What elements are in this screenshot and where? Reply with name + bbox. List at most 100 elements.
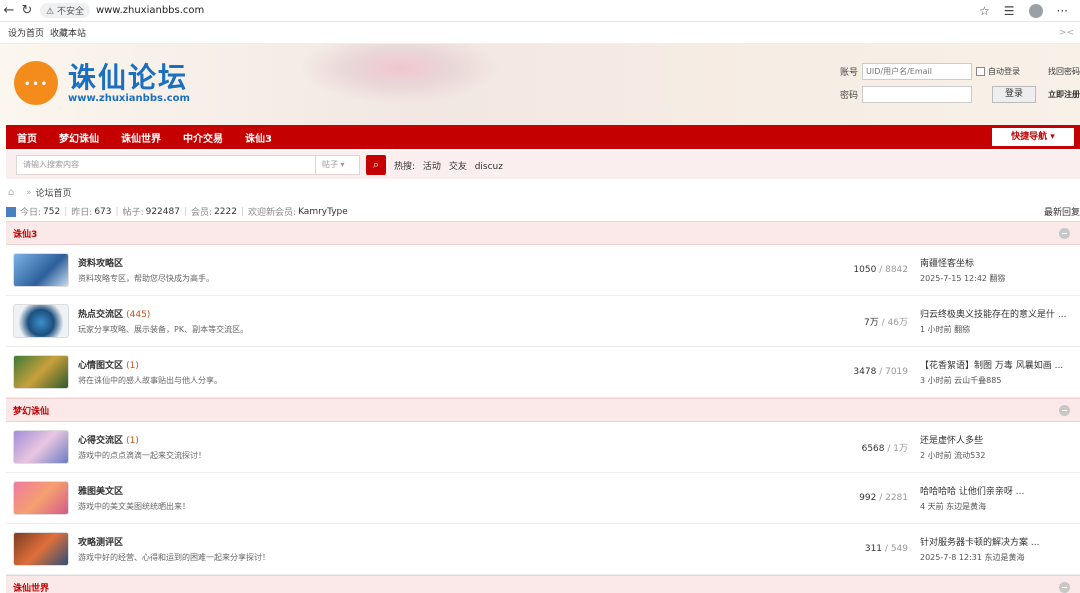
forum-thumbnail[interactable] [13,355,69,389]
forum-name[interactable]: 雅图美文区 [78,487,123,497]
forum-thumbnail[interactable] [13,532,69,566]
breadcrumb-current[interactable]: 论坛首页 [36,186,72,199]
home-icon[interactable]: ⌂ [8,187,18,198]
logo-title: 诛仙论坛 [68,60,189,94]
forum-description: 游戏中好的经营、心得和运到的困难一起来分享探讨！ [78,553,270,562]
forum-description: 游戏中的美文美图统统晒出来！ [78,502,190,511]
forum-name[interactable]: 心得交流区 [78,436,123,446]
forum-row: 心情图文区 (1) 将在诛仙中的感人故事贴出与他人分享。 3478 / 7019… [6,347,1080,398]
hot-search-item[interactable]: 活动 [423,162,441,172]
forum-counts: 7万 / 46万 [864,317,908,328]
forum-description: 游戏中的点点滴滴一起来交流探讨！ [78,451,206,460]
register-link[interactable]: 立即注册 [1048,89,1080,100]
account-input[interactable] [862,62,972,80]
category-title[interactable]: 诛仙世界 [13,581,49,593]
posts-label: 帖子: [122,208,144,218]
today-value: 752 [43,206,61,217]
posts-value: 922487 [145,206,180,217]
forum-new-count: (1) [126,361,139,371]
quick-nav-button[interactable]: 快捷导航 ▾ [992,128,1074,146]
forum-description: 玩家分享攻略、展示装备，PK、副本等交流区。 [78,325,249,334]
back-icon[interactable]: ← [0,3,18,18]
welcome-label: 欢迎新会员: [248,208,297,218]
category-title[interactable]: 诛仙3 [13,227,37,240]
nav-item-home[interactable]: 首页 [6,130,48,145]
site-logo[interactable]: ••• 诛仙论坛 www.zhuxianbbs.com [14,54,190,112]
nav-item-menghuan[interactable]: 梦幻诛仙 [48,130,110,145]
address-bar[interactable]: ⚠ 不安全 www.zhuxianbbs.com [40,2,979,20]
last-post-title[interactable]: 针对服务器卡顿的解决方案 ... [920,535,1080,548]
set-home-link[interactable]: 设为首页 [8,26,44,39]
profile-avatar[interactable] [1028,3,1043,18]
topic-count: 1050 [853,265,877,275]
more-icon[interactable]: ··· [1057,4,1068,18]
members-label: 会员: [191,208,213,218]
members-value: 2222 [214,206,237,217]
auto-login-label: 自动登录 [988,66,1020,76]
forum-new-count: (1) [126,436,139,446]
auto-login-checkbox[interactable]: 自动登录 [976,66,1020,77]
category-header: 诛仙世界 [6,575,1080,593]
search-type-select[interactable]: 帖子 ▾ [316,155,360,175]
login-form: 账号 自动登录 找回密码 密码 登录 立即注册 [840,61,1080,107]
nav-item-trade[interactable]: 中介交易 [172,130,234,145]
last-post-meta: 3 小时前 云山千叠885 [920,376,1002,385]
favorites-icon[interactable]: ☰ [1004,4,1015,18]
post-count: 2281 [885,493,908,503]
newest-member-link[interactable]: KamryType [298,207,348,217]
forum-thumbnail[interactable] [13,481,69,515]
last-post-title[interactable]: 还是虚怀人多些 [920,433,1080,446]
login-button[interactable]: 登录 [992,85,1036,103]
forum-counts: 1050 / 8842 [853,265,908,275]
nav-item-zhuxian3[interactable]: 诛仙3 [234,130,283,145]
category-header: 梦幻诛仙 [6,398,1080,422]
collapse-toggle-icon[interactable] [1059,581,1070,593]
forum-name[interactable]: 心情图文区 [78,361,123,371]
favorite-star-icon[interactable]: ☆ [979,4,990,18]
search-input[interactable]: 请输入搜索内容 [16,155,316,175]
forum-counts: 3478 / 7019 [853,367,908,377]
last-post-meta: 2025-7-8 12:31 东边是黄海 [920,553,1025,562]
last-post-title[interactable]: 哈哈哈哈 让他们亲亲呀 ... [920,484,1080,497]
topic-count: 7万 [864,317,879,328]
forum-name[interactable]: 热点交流区 [78,310,123,320]
latest-reply-link[interactable]: 最新回复 [1044,205,1080,218]
search-icon[interactable]: ⌕ [366,155,386,175]
password-input[interactable] [862,85,972,103]
collapse-toggle-icon[interactable] [1059,227,1070,239]
hot-search-item[interactable]: 交友 [449,162,467,172]
category-title[interactable]: 梦幻诛仙 [13,404,49,417]
last-post-title[interactable]: 【花香絮语】制图 万毒 风曩如画 ... [920,358,1080,371]
forum-name[interactable]: 攻略测评区 [78,538,123,548]
yesterday-value: 673 [94,206,112,217]
url-text[interactable]: www.zhuxianbbs.com [96,5,204,16]
forum-name[interactable]: 资料攻略区 [78,259,123,269]
collapse-toggle-icon[interactable] [1059,404,1070,416]
yesterday-label: 昨日: [71,208,93,218]
forum-thumbnail[interactable] [13,253,69,287]
nav-item-world[interactable]: 诛仙世界 [110,130,172,145]
topic-count: 6568 [861,443,885,454]
topic-count: 3478 [853,367,877,377]
forum-thumbnail[interactable] [13,304,69,338]
logo-url: www.zhuxianbbs.com [68,92,190,104]
post-count: 8842 [885,265,908,275]
bookmark-link[interactable]: 收藏本站 [50,26,86,39]
recover-password-link[interactable]: 找回密码 [1048,66,1080,77]
last-post-title[interactable]: 南疆怪客坐标 [920,256,1080,269]
hot-search: 热搜: 活动 交友 discuz [394,159,508,172]
post-count: 1万 [893,443,908,454]
collapse-icon[interactable]: >< [1059,28,1074,38]
forum-counts: 992 / 2281 [859,493,908,503]
hot-search-item[interactable]: discuz [475,162,503,172]
security-badge[interactable]: ⚠ 不安全 [40,3,90,18]
reload-icon[interactable]: ↻ [18,3,36,18]
forum-counts: 311 / 549 [864,544,908,554]
main-nav: 首页 梦幻诛仙 诛仙世界 中介交易 诛仙3 快捷导航 ▾ [6,125,1080,149]
topic-count: 992 [859,493,877,503]
category-header: 诛仙3 [6,221,1080,245]
breadcrumb-separator: » [26,187,32,198]
forum-thumbnail[interactable] [13,430,69,464]
last-post-title[interactable]: 归云终极奥义技能存在的意义是什 ... [920,307,1080,320]
stats-chart-icon [6,206,16,217]
